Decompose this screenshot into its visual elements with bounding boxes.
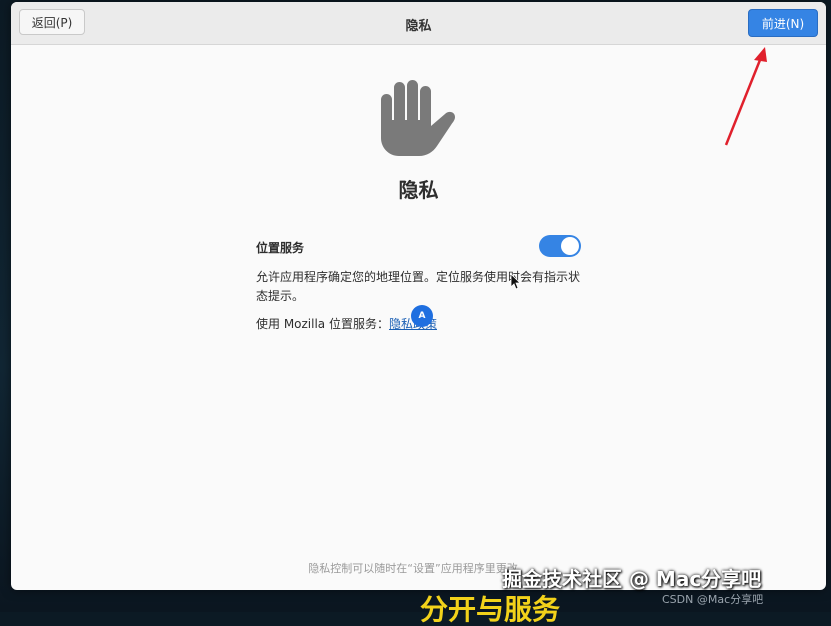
- location-services-description: 允许应用程序确定您的地理位置。定位服务使用时会有指示状态提示。: [256, 270, 581, 303]
- toggle-knob: [561, 237, 579, 255]
- location-services-toggle[interactable]: [539, 235, 581, 257]
- setup-window: 返回(P) 隐私 前进(N) 隐私 位置服务 允许应用程序确定您的地理位置。定位…: [11, 2, 826, 590]
- csdn-watermark: CSDN @Mac分享吧: [662, 593, 764, 606]
- page-heading: 隐私: [398, 178, 439, 202]
- location-services-title: 位置服务: [256, 241, 305, 255]
- input-method-badge: A: [411, 305, 433, 327]
- header-bar: 返回(P) 隐私 前进(N): [11, 2, 826, 45]
- next-button[interactable]: 前进(N): [748, 9, 818, 37]
- hand-icon: [381, 80, 455, 156]
- mozilla-prefix: 使用 Mozilla 位置服务：: [256, 317, 389, 331]
- window-title: 隐私: [405, 19, 432, 34]
- mouse-cursor-icon: [511, 274, 521, 290]
- video-subtitle: 分开与服务: [420, 593, 561, 626]
- watermark-text: 掘金技术社区 @ Mac分享吧: [502, 567, 762, 591]
- mozilla-location-line: 使用 Mozilla 位置服务：隐私政策: [256, 315, 437, 332]
